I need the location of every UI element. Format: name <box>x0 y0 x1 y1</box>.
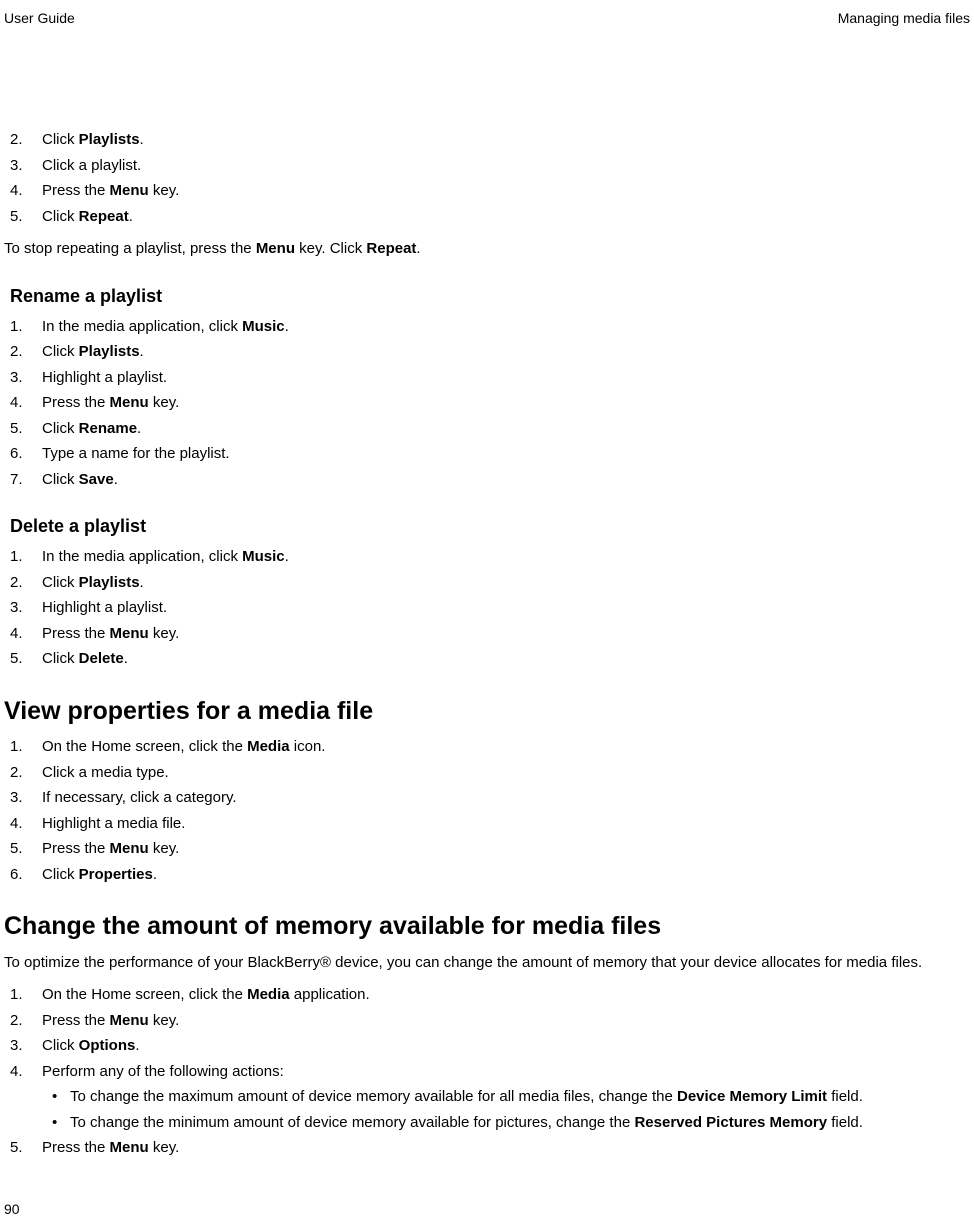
step-item: 5.Press the Menu key. <box>4 1137 970 1160</box>
header-left: User Guide <box>4 8 75 29</box>
step-item: 1.In the media application, click Music. <box>4 546 970 569</box>
step-item: 2.Click Playlists. <box>4 129 970 152</box>
step-item: 7.Click Save. <box>4 469 970 492</box>
step-item: 4.Highlight a media file. <box>4 813 970 836</box>
step-item: 2.Click a media type. <box>4 762 970 785</box>
steps-delete: 1.In the media application, click Music.… <box>4 546 970 671</box>
step-item: 4.Press the Menu key. <box>4 392 970 415</box>
heading-change-memory: Change the amount of memory available fo… <box>4 908 970 946</box>
step-item: 3.Highlight a playlist. <box>4 597 970 620</box>
heading-view-properties: View properties for a media file <box>4 693 970 731</box>
step-item: 6.Type a name for the playlist. <box>4 443 970 466</box>
stop-repeat-para: To stop repeating a playlist, press the … <box>4 238 970 261</box>
heading-rename: Rename a playlist <box>10 283 970 310</box>
step-item: 5.Click Rename. <box>4 418 970 441</box>
step-item: 5.Click Repeat. <box>4 206 970 229</box>
steps-view-properties: 1.On the Home screen, click the Media ic… <box>4 736 970 886</box>
header-right: Managing media files <box>838 8 970 29</box>
step-item: 1.On the Home screen, click the Media ap… <box>4 984 970 1007</box>
heading-delete: Delete a playlist <box>10 513 970 540</box>
step-item: 4.Press the Menu key. <box>4 180 970 203</box>
step-item: 2.Click Playlists. <box>4 572 970 595</box>
step-item: 3.If necessary, click a category. <box>4 787 970 810</box>
step-item: 6.Click Properties. <box>4 864 970 887</box>
step-item: 5.Click Delete. <box>4 648 970 671</box>
sub-step-item: •To change the maximum amount of device … <box>52 1086 970 1109</box>
step-item: 3.Click a playlist. <box>4 155 970 178</box>
page-number: 90 <box>4 1199 20 1220</box>
step-item: 4.Perform any of the following actions: <box>4 1061 970 1084</box>
step-item: 2.Click Playlists. <box>4 341 970 364</box>
change-memory-intro: To optimize the performance of your Blac… <box>4 952 970 975</box>
steps-change-memory: 1.On the Home screen, click the Media ap… <box>4 984 970 1160</box>
step-item: 3.Click Options. <box>4 1035 970 1058</box>
step-item: 5.Press the Menu key. <box>4 838 970 861</box>
step-item: 3.Highlight a playlist. <box>4 367 970 390</box>
steps-continuation: 2.Click Playlists. 3.Click a playlist.4.P… <box>4 129 970 228</box>
step-item: 4.Press the Menu key. <box>4 623 970 646</box>
step-item: 2.Press the Menu key. <box>4 1010 970 1033</box>
step-item: 1.In the media application, click Music. <box>4 316 970 339</box>
steps-rename: 1.In the media application, click Music.… <box>4 316 970 492</box>
step-item: 1.On the Home screen, click the Media ic… <box>4 736 970 759</box>
page-header: User Guide Managing media files <box>4 8 970 29</box>
sub-step-item: •To change the minimum amount of device … <box>52 1112 970 1135</box>
